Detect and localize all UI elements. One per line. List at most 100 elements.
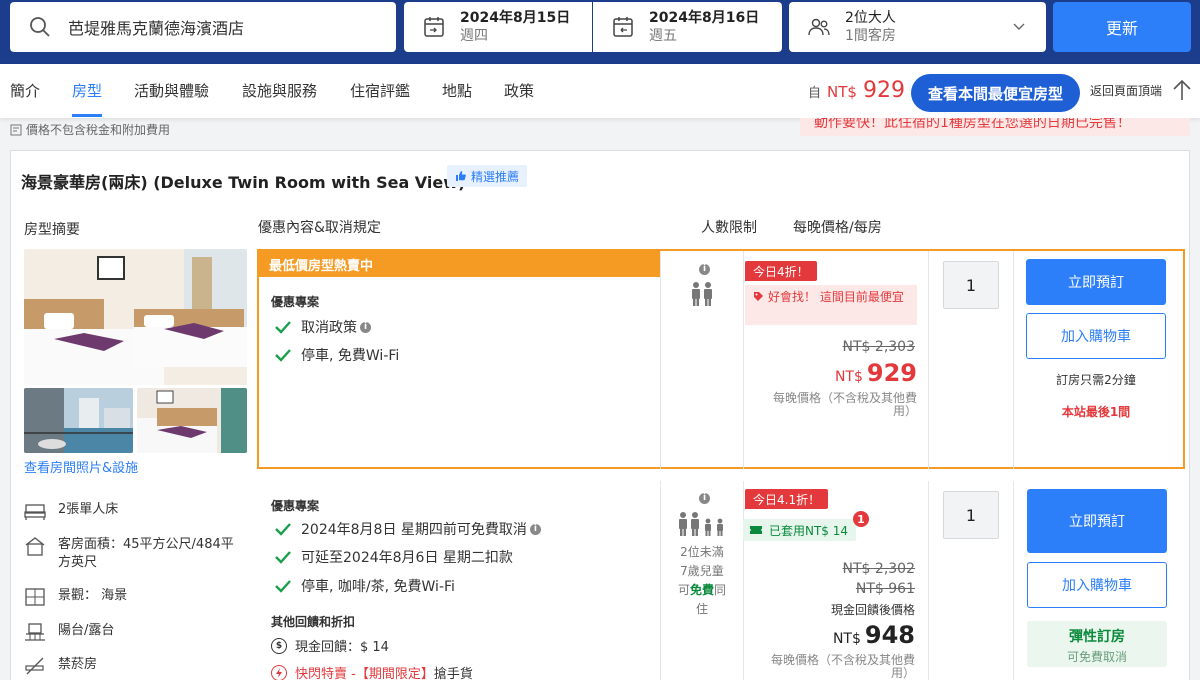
bed-icon xyxy=(24,504,46,520)
children-note-line1: 2位未滿 xyxy=(680,545,724,559)
guest-selector[interactable]: 2位大人 1間客房 xyxy=(789,2,1046,52)
flexible-booking-box: 彈性訂房 可免費取消 xyxy=(1027,621,1167,667)
flash-sale-item: 快閃特賣 - 【期間限定】 搶手貨 xyxy=(271,663,473,680)
chevron-down-icon xyxy=(1013,23,1025,30)
tab-location[interactable]: 地點 xyxy=(442,80,472,101)
divider xyxy=(660,481,661,680)
price-note: 每晚價格（不含稅及其他費用） xyxy=(770,653,915,680)
room-quantity-select[interactable]: 1 xyxy=(943,491,999,539)
checkout-calendar-icon xyxy=(613,17,633,37)
amenity-bed: 2張單人床 xyxy=(24,501,118,521)
sold-out-alert: 動作要快！此住宿的1種房型在您選的日期已完售！ xyxy=(800,118,1190,136)
window-view-icon xyxy=(25,588,45,606)
pre-cashback-price: NT$ 961 xyxy=(855,581,915,597)
price-header: 每晚價格/每房 xyxy=(793,220,882,236)
add-to-cart-button[interactable]: 加入購物車 xyxy=(1027,562,1167,608)
search-header: 芭堤雅馬克蘭德海濱酒店 2024年8月15日 週四 2024年8月16日 週五 … xyxy=(0,0,1200,64)
parking-wifi-item: 停車, 免費Wi-Fi xyxy=(275,345,399,365)
other-rewards-label: 其他回饋和折扣 xyxy=(271,615,356,629)
discount-tag: 今日4.1折！ xyxy=(745,489,829,509)
tab-rooms[interactable]: 房型 xyxy=(72,80,103,117)
checkout-date-field[interactable]: 2024年8月16日 週五 xyxy=(593,2,782,52)
add-to-cart-button[interactable]: 加入購物車 xyxy=(1026,313,1166,359)
from-label: 自 xyxy=(808,86,822,101)
offer-section-label: 優惠專案 xyxy=(271,499,320,513)
cashback-applied-tag: 已套用NT$ 14 xyxy=(743,519,857,541)
room-photo-beds-image xyxy=(137,388,247,453)
adults-and-children-icon xyxy=(679,512,723,536)
no-smoking-icon xyxy=(25,657,44,675)
current-price-amount: 929 xyxy=(866,359,917,387)
lightning-icon xyxy=(271,664,287,680)
checkin-date-field[interactable]: 2024年8月15日 週四 xyxy=(404,2,592,52)
section-tab-bar: 簡介 房型 活動與體驗 設施與服務 住宿評鑑 地點 政策 自 NT$ 929 查… xyxy=(0,64,1200,118)
original-price: NT$ 2,302 xyxy=(842,561,915,577)
free-cancellation-text: 2024年8月8日 星期四前可免費取消 xyxy=(301,522,527,538)
room-photo-balcony[interactable] xyxy=(24,388,133,453)
flash-sale-prefix: 快閃特賣 - xyxy=(295,667,356,680)
occupancy-info-icon[interactable]: i xyxy=(699,264,710,275)
flash-sale-suffix: 搶手貨 xyxy=(433,667,473,680)
search-icon xyxy=(30,17,50,37)
from-currency: NT$ xyxy=(827,83,857,101)
occupancy-info-icon[interactable]: i xyxy=(699,493,710,504)
room-title: 海景豪華房(兩床) (Deluxe Twin Room with Sea Vie… xyxy=(21,173,466,192)
amenity-balcony-text: 陽台/露台 xyxy=(58,623,115,638)
deferred-payment-item: 可延至2024年8月6日 星期二扣款 xyxy=(275,547,513,567)
children-note-line4: 住 xyxy=(695,602,708,616)
room-summary-header: 房型摘要 xyxy=(24,222,80,238)
lowest-price-summary: 自 NT$ 929 xyxy=(808,78,905,103)
coin-icon: $ xyxy=(271,637,287,654)
room-photo-beds[interactable] xyxy=(137,388,247,453)
hotel-search-input[interactable]: 芭堤雅馬克蘭德海濱酒店 xyxy=(10,2,396,52)
rooms-count: 1間客房 xyxy=(845,28,896,44)
room-photo-main[interactable] xyxy=(24,249,247,385)
tab-facilities[interactable]: 設施與服務 xyxy=(242,80,317,101)
hot-selling-banner: 最低價房型熱賣中 xyxy=(259,251,661,277)
flexible-booking-subtitle: 可免費取消 xyxy=(1066,650,1127,664)
amenity-bed-text: 2張單人床 xyxy=(58,502,119,517)
after-cashback-label: 現金回饋後價格 xyxy=(830,603,915,617)
checkmark-icon xyxy=(275,523,291,536)
offer-row-2: 優惠專案 2024年8月8日 星期四前可免費取消 i 可延至2024年8月6日 … xyxy=(257,481,1185,680)
arrow-up-icon[interactable] xyxy=(1172,78,1192,102)
sold-out-alert-text: 動作要快！此住宿的1種房型在您選的日期已完售！ xyxy=(814,118,1131,131)
view-room-photos-link[interactable]: 查看房間照片&設施 xyxy=(24,457,138,476)
recommended-badge: 精選推薦 xyxy=(447,165,528,187)
view-cheapest-room-button[interactable]: 查看本間最便宜房型 xyxy=(911,74,1080,112)
room-quantity-select[interactable]: 1 xyxy=(943,261,999,309)
best-deal-text: 好會找！ 這間目前最便宜 xyxy=(768,290,904,304)
adults-count: 2位大人 xyxy=(845,10,896,26)
checkout-weekday: 週五 xyxy=(649,28,677,44)
cashback-item: $ 現金回饋：$ 14 xyxy=(271,636,389,655)
checkin-calendar-icon xyxy=(424,17,444,37)
info-icon[interactable]: i xyxy=(360,321,371,333)
tab-reviews[interactable]: 住宿評鑑 xyxy=(350,80,410,101)
divider xyxy=(1013,251,1014,469)
guests-icon xyxy=(808,18,830,36)
checkmark-icon xyxy=(275,551,291,564)
children-note-free: 免費 xyxy=(689,583,714,597)
amenity-room-size: 客房面積：45平方公尺/484平方英尺 xyxy=(24,536,238,572)
receipt-icon xyxy=(10,124,22,135)
current-price-currency: NT$ xyxy=(832,631,861,647)
balcony-icon xyxy=(25,623,45,641)
original-price: NT$ 2,303 xyxy=(842,339,915,355)
last-room-note: 本站最後1間 xyxy=(1061,405,1131,419)
amenity-view: 景觀： 海景 xyxy=(24,587,127,607)
tab-activities[interactable]: 活動與體驗 xyxy=(134,80,209,101)
offer-section-label: 優惠專案 xyxy=(271,295,320,309)
book-now-button[interactable]: 立即預訂 xyxy=(1026,259,1166,305)
cashback-applied-text: 已套用NT$ 14 xyxy=(769,523,849,538)
tab-policies[interactable]: 政策 xyxy=(504,80,534,101)
occupancy-header: 人數限制 xyxy=(701,220,757,236)
tab-overview[interactable]: 簡介 xyxy=(10,80,40,101)
back-to-top-link[interactable]: 返回頁面頂端 xyxy=(1090,82,1162,99)
two-adults-icon xyxy=(692,282,712,306)
offer-header: 優惠內容&取消規定 xyxy=(258,220,381,236)
thumbs-up-icon xyxy=(456,171,466,181)
book-now-button[interactable]: 立即預訂 xyxy=(1027,489,1167,553)
info-icon[interactable]: i xyxy=(529,523,541,535)
divider xyxy=(928,481,929,680)
update-search-button[interactable]: 更新 xyxy=(1053,2,1191,52)
